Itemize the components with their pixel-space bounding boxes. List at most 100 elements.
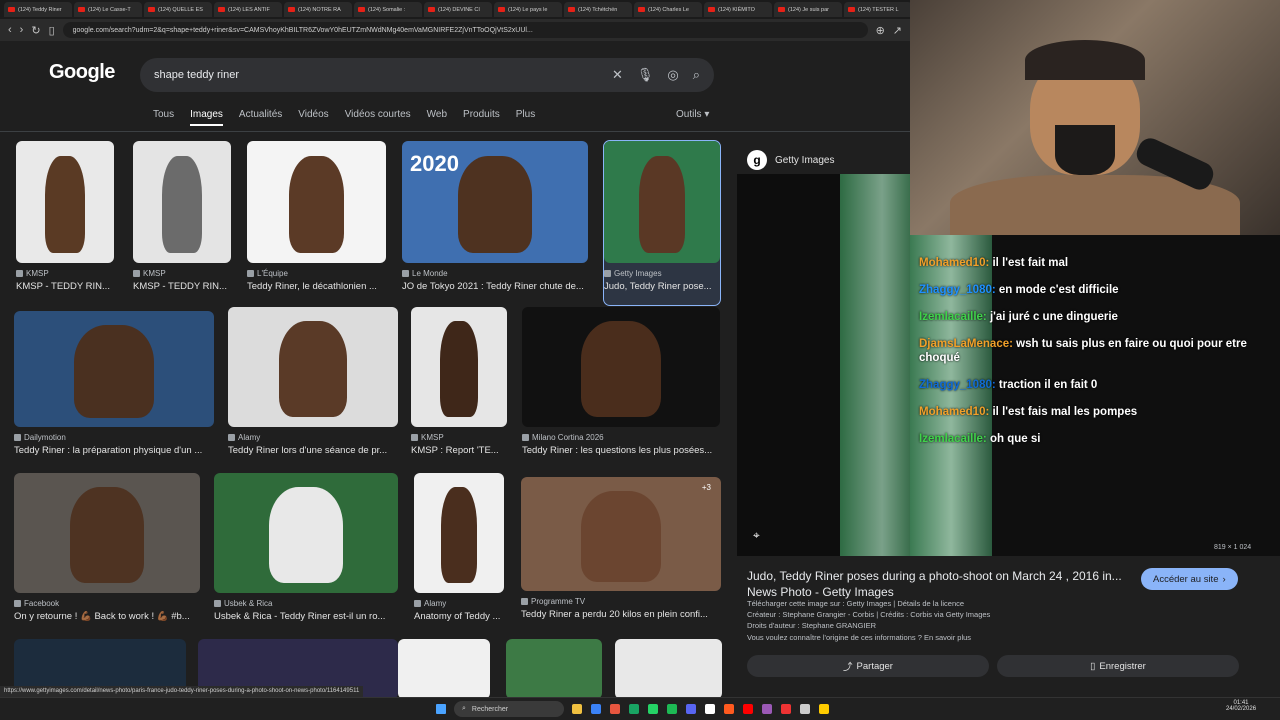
reload-icon[interactable]: ↻: [31, 24, 40, 37]
taskbar-app-icon[interactable]: [743, 704, 753, 714]
zoom-icon[interactable]: ⊕: [876, 24, 885, 37]
taskbar-app-icon[interactable]: [800, 704, 810, 714]
windows-taskbar: ⌕ Rechercher 01:41 24/02/2026: [0, 697, 1280, 720]
athlete-figure: [581, 321, 661, 418]
taskbar-app-icon[interactable]: [667, 704, 677, 714]
result-thumbnail: [14, 473, 200, 593]
result-title[interactable]: KMSP : Report 'TE...: [411, 445, 507, 456]
taskbar-app-icon[interactable]: [705, 704, 715, 714]
result-source: Programme TV: [521, 597, 585, 606]
taskbar-app-icon[interactable]: [762, 704, 772, 714]
taskbar-app-icon[interactable]: [629, 704, 639, 714]
windows-start-icon[interactable]: [436, 704, 446, 714]
result-thumbnail: [133, 141, 231, 263]
taskbar-app-icon[interactable]: [724, 704, 734, 714]
browser-tab[interactable]: (124) Charles Le: [634, 2, 702, 17]
result-title[interactable]: Teddy Riner : la préparation physique d'…: [14, 445, 214, 456]
image-result[interactable]: L'Équipe Teddy Riner, le décathlonien ...: [247, 141, 386, 305]
image-result[interactable]: 2020 Le Monde JO de Tokyo 2021 : Teddy Rin…: [402, 141, 588, 305]
info-origin-line[interactable]: Vous voulez connaître l'origine de ces i…: [747, 633, 971, 642]
taskbar-app-icon[interactable]: [610, 704, 620, 714]
browser-tab[interactable]: (124) Somalie :: [354, 2, 422, 17]
image-result[interactable]: Dailymotion Teddy Riner : la préparation …: [14, 311, 214, 469]
result-source: KMSP: [411, 433, 444, 442]
youtube-icon: [358, 7, 365, 12]
result-title[interactable]: Judo, Teddy Riner pose...: [604, 281, 720, 292]
result-title[interactable]: Teddy Riner : les questions les plus pos…: [522, 445, 720, 456]
chat-text: traction il en fait 0: [995, 379, 1098, 391]
address-bar: ‹ › ↻ ▯ google.com/search?udm=2&q=shape+…: [0, 19, 910, 41]
browser-tab[interactable]: (124) DEVINE CI: [424, 2, 492, 17]
site-favicon-icon: [14, 434, 21, 441]
result-source: Alamy: [414, 599, 446, 608]
clock-date: 24/02/2026: [1226, 706, 1257, 712]
taskbar-search[interactable]: ⌕ Rechercher: [454, 701, 564, 717]
browser-tab[interactable]: (124) QUELLE ES: [144, 2, 212, 17]
taskbar-app-icon[interactable]: [572, 704, 582, 714]
preview-details: 819 × 1 024 Judo, Teddy Riner poses duri…: [737, 544, 1280, 697]
result-title[interactable]: Teddy Riner lors d'une séance de pr...: [228, 445, 398, 456]
taskbar-app-icon[interactable]: [648, 704, 658, 714]
browser-tab-label: (124) TESTER L: [858, 6, 899, 13]
result-title[interactable]: On y retourne ! 💪🏾 Back to work ! 💪🏾 #b.…: [14, 611, 200, 622]
result-title[interactable]: Anatomy of Teddy ...: [414, 611, 504, 622]
preview-source[interactable]: g Getty Images: [747, 150, 834, 170]
result-source: Dailymotion: [14, 433, 66, 442]
result-title[interactable]: Teddy Riner a perdu 20 kilos en plein co…: [521, 609, 721, 620]
browser-tab[interactable]: (124) Tchétchén: [564, 2, 632, 17]
share-icon[interactable]: ↗: [893, 24, 902, 37]
image-result[interactable]: [615, 639, 722, 699]
chat-message: Mohamed10: il l'est fais mal les pompes: [919, 405, 1269, 419]
bookmark-icon[interactable]: ▯: [49, 24, 55, 37]
browser-tab[interactable]: (124) NOTRE RA: [284, 2, 352, 17]
image-result[interactable]: KMSP KMSP - TEDDY RIN...: [133, 141, 231, 305]
browser-tab[interactable]: (124) Le pays le: [494, 2, 562, 17]
result-title[interactable]: KMSP - TEDDY RIN...: [16, 281, 114, 292]
browser-tab[interactable]: (124) Le Casse-T: [74, 2, 142, 17]
browser-tab[interactable]: (124) TESTER L: [844, 2, 912, 17]
url-field[interactable]: google.com/search?udm=2&q=shape+teddy+ri…: [62, 22, 868, 38]
result-source: KMSP: [133, 269, 166, 278]
visit-site-button[interactable]: Accéder au site ›: [1141, 568, 1238, 590]
image-result[interactable]: [506, 639, 602, 699]
image-result[interactable]: Alamy Teddy Riner lors d'une séance de pr…: [228, 307, 398, 469]
browser-tab[interactable]: (124) LES ANTIF: [214, 2, 282, 17]
chat-text: il l'est fais mal les pompes: [989, 406, 1138, 418]
result-title[interactable]: KMSP - TEDDY RIN...: [133, 281, 231, 292]
image-result[interactable]: Facebook On y retourne ! 💪🏾 Back to work …: [14, 473, 200, 635]
clock[interactable]: 01:41 24/02/2026: [1226, 700, 1256, 712]
image-result[interactable]: Alamy Anatomy of Teddy ...: [414, 473, 504, 635]
taskbar-app-icon[interactable]: [819, 704, 829, 714]
browser-tab[interactable]: (124) Je suis par: [774, 2, 842, 17]
preview-title[interactable]: Judo, Teddy Riner poses during a photo-s…: [747, 569, 1127, 583]
browser-tab[interactable]: (124) Teddy Riner: [4, 2, 72, 17]
image-result[interactable]: KMSP KMSP : Report 'TE...: [411, 307, 507, 469]
save-button[interactable]: ▯ Enregistrer: [997, 655, 1239, 677]
chevron-right-icon: ›: [1222, 573, 1226, 585]
result-thumbnail: [411, 307, 507, 427]
site-favicon-icon: [521, 598, 528, 605]
share-label: Partager: [856, 660, 893, 672]
image-result[interactable]: +3 Programme TV Teddy Riner a perdu 20 kil…: [521, 477, 721, 633]
image-result[interactable]: Usbek & Rica Usbek & Rica - Teddy Riner e…: [214, 473, 398, 635]
taskbar-app-icon[interactable]: [686, 704, 696, 714]
taskbar-app-icon[interactable]: [591, 704, 601, 714]
lens-search-icon[interactable]: ⌖: [753, 528, 760, 543]
result-title[interactable]: Teddy Riner, le décathlonien ...: [247, 281, 386, 292]
image-result[interactable]: KMSP KMSP - TEDDY RIN...: [16, 141, 114, 305]
forward-icon[interactable]: ›: [20, 24, 24, 36]
browser-tab-label: (124) Somalie :: [368, 6, 406, 13]
back-icon[interactable]: ‹: [8, 24, 12, 36]
share-button[interactable]: ⤴ Partager: [747, 655, 989, 677]
athlete-figure: [638, 155, 686, 254]
browser-tab[interactable]: (124) KIÉMITO: [704, 2, 772, 17]
result-title[interactable]: JO de Tokyo 2021 : Teddy Riner chute de.…: [402, 281, 588, 292]
result-title[interactable]: Usbek & Rica - Teddy Riner est-il un ro.…: [214, 611, 398, 622]
result-source-label: KMSP: [143, 269, 166, 278]
image-result[interactable]: Getty Images Judo, Teddy Riner pose...: [603, 140, 721, 306]
result-source-label: Facebook: [24, 599, 60, 608]
image-result[interactable]: Milano Cortina 2026 Teddy Riner : les que…: [522, 307, 720, 469]
image-result[interactable]: [398, 639, 490, 699]
taskbar-app-icon[interactable]: [781, 704, 791, 714]
result-source: Milano Cortina 2026: [522, 433, 604, 442]
